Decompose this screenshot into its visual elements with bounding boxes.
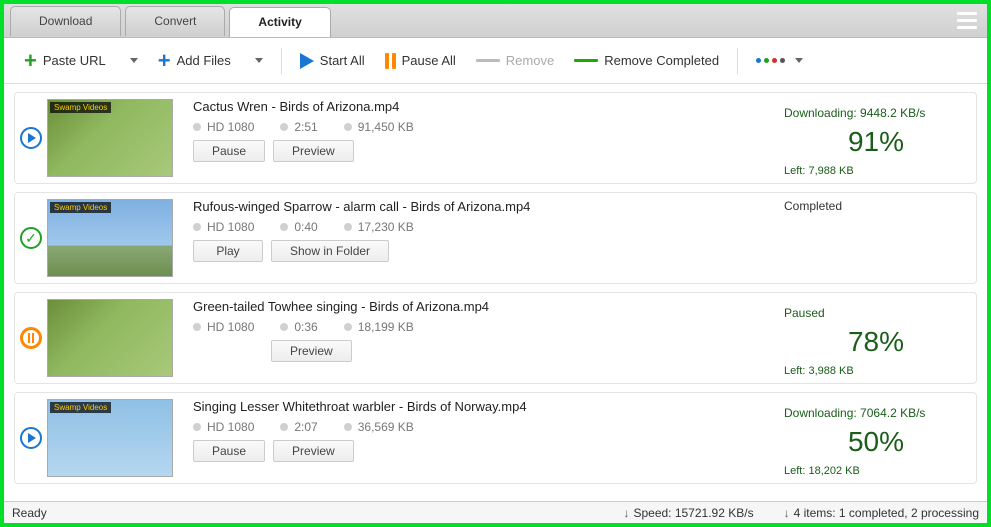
list-item[interactable]: Green-tailed Towhee singing - Birds of A… — [14, 292, 977, 384]
paste-url-button[interactable]: + Paste URL — [16, 44, 114, 78]
item-info: Green-tailed Towhee singing - Birds of A… — [183, 293, 776, 383]
preview-button[interactable]: Preview — [271, 340, 352, 362]
remove-label: Remove — [506, 53, 554, 68]
status-ready: Ready — [12, 506, 47, 520]
status-label: Paused — [784, 306, 968, 320]
item-meta: HD 1080 0:36 18,199 KB — [193, 320, 766, 334]
start-all-label: Start All — [320, 53, 365, 68]
thumbnail: Swamp Videos — [47, 99, 173, 177]
add-files-button[interactable]: + Add Files — [150, 44, 239, 78]
add-files-dropdown[interactable] — [243, 54, 271, 67]
item-title: Cactus Wren - Birds of Arizona.mp4 — [193, 99, 766, 114]
item-title: Singing Lesser Whitethroat warbler - Bir… — [193, 399, 766, 414]
downloading-icon — [20, 427, 42, 449]
preview-button[interactable]: Preview — [273, 140, 354, 162]
item-meta: HD 1080 2:07 36,569 KB — [193, 420, 766, 434]
status-percent: 50% — [784, 426, 968, 458]
pause-button[interactable]: Pause — [193, 140, 265, 162]
download-arrow-icon: ↓ — [623, 506, 629, 520]
completed-icon: ✓ — [20, 227, 42, 249]
chevron-down-icon — [795, 58, 803, 63]
status-label: Downloading: 9448.2 KB/s — [784, 106, 968, 120]
remove-button[interactable]: Remove — [468, 49, 562, 72]
play-button[interactable]: Play — [193, 240, 263, 262]
main-window: Download Convert Activity + Paste URL + … — [0, 0, 991, 527]
thumbnail — [47, 299, 173, 377]
item-title: Rufous-winged Sparrow - alarm call - Bir… — [193, 199, 766, 214]
plus-icon: + — [158, 48, 171, 74]
paste-url-dropdown[interactable] — [118, 54, 146, 67]
status-label: Completed — [784, 199, 968, 213]
tab-activity[interactable]: Activity — [229, 7, 330, 37]
status-label: Downloading: 7064.2 KB/s — [784, 406, 968, 420]
status-summary: 4 items: 1 completed, 2 processing — [794, 506, 979, 520]
separator — [737, 48, 738, 74]
row-state-icon — [15, 93, 47, 183]
separator — [281, 48, 282, 74]
play-icon — [300, 53, 314, 69]
minus-icon — [476, 59, 500, 62]
pause-all-label: Pause All — [402, 53, 456, 68]
status-left: Left: 3,988 KB — [784, 365, 968, 377]
item-status: Paused 78% Left: 3,988 KB — [776, 293, 976, 383]
add-files-label: Add Files — [177, 53, 231, 68]
paused-icon — [20, 327, 42, 349]
list-item[interactable]: Swamp Videos Singing Lesser Whitethroat … — [14, 392, 977, 484]
status-left: Left: 18,202 KB — [784, 465, 968, 477]
pause-icon — [385, 53, 396, 69]
start-all-button[interactable]: Start All — [292, 49, 373, 73]
thumbnail: Swamp Videos — [47, 199, 173, 277]
item-info: Cactus Wren - Birds of Arizona.mp4 HD 10… — [183, 93, 776, 183]
row-state-icon — [15, 393, 47, 483]
status-percent: 78% — [784, 326, 968, 358]
chevron-down-icon — [255, 58, 263, 63]
row-state-icon — [15, 293, 47, 383]
item-meta: HD 1080 0:40 17,230 KB — [193, 220, 766, 234]
item-meta: HD 1080 2:51 91,450 KB — [193, 120, 766, 134]
download-arrow-icon: ↓ — [784, 506, 790, 520]
item-info: Rufous-winged Sparrow - alarm call - Bir… — [183, 193, 776, 283]
tab-bar: Download Convert Activity — [4, 4, 987, 38]
remove-completed-label: Remove Completed — [604, 53, 719, 68]
thumbnail: Swamp Videos — [47, 399, 173, 477]
row-state-icon: ✓ — [15, 193, 47, 283]
show-folder-button[interactable]: Show in Folder — [271, 240, 389, 262]
item-status: Downloading: 9448.2 KB/s 91% Left: 7,988… — [776, 93, 976, 183]
dots-icon — [756, 58, 785, 63]
paste-url-label: Paste URL — [43, 53, 106, 68]
list-item[interactable]: ✓ Swamp Videos Rufous-winged Sparrow - a… — [14, 192, 977, 284]
status-left: Left: 7,988 KB — [784, 165, 968, 177]
pause-button[interactable]: Pause — [193, 440, 265, 462]
status-speed: Speed: 15721.92 KB/s — [633, 506, 753, 520]
chevron-down-icon — [130, 58, 138, 63]
minus-icon — [574, 59, 598, 62]
item-title: Green-tailed Towhee singing - Birds of A… — [193, 299, 766, 314]
tab-convert[interactable]: Convert — [125, 6, 225, 36]
activity-list: Swamp Videos Cactus Wren - Birds of Ariz… — [4, 84, 987, 501]
status-bar: Ready ↓ Speed: 15721.92 KB/s ↓ 4 items: … — [4, 501, 987, 523]
list-item[interactable]: Swamp Videos Cactus Wren - Birds of Ariz… — [14, 92, 977, 184]
item-status: Completed — [776, 193, 976, 283]
downloading-icon — [20, 127, 42, 149]
toolbar: + Paste URL + Add Files Start All Pause … — [4, 38, 987, 84]
status-percent: 91% — [784, 126, 968, 158]
item-status: Downloading: 7064.2 KB/s 50% Left: 18,20… — [776, 393, 976, 483]
more-button[interactable] — [748, 54, 811, 67]
item-info: Singing Lesser Whitethroat warbler - Bir… — [183, 393, 776, 483]
tab-download[interactable]: Download — [10, 6, 121, 36]
preview-button[interactable]: Preview — [273, 440, 354, 462]
pause-all-button[interactable]: Pause All — [377, 49, 464, 73]
plus-icon: + — [24, 48, 37, 74]
menu-icon[interactable] — [953, 7, 981, 35]
remove-completed-button[interactable]: Remove Completed — [566, 49, 727, 72]
